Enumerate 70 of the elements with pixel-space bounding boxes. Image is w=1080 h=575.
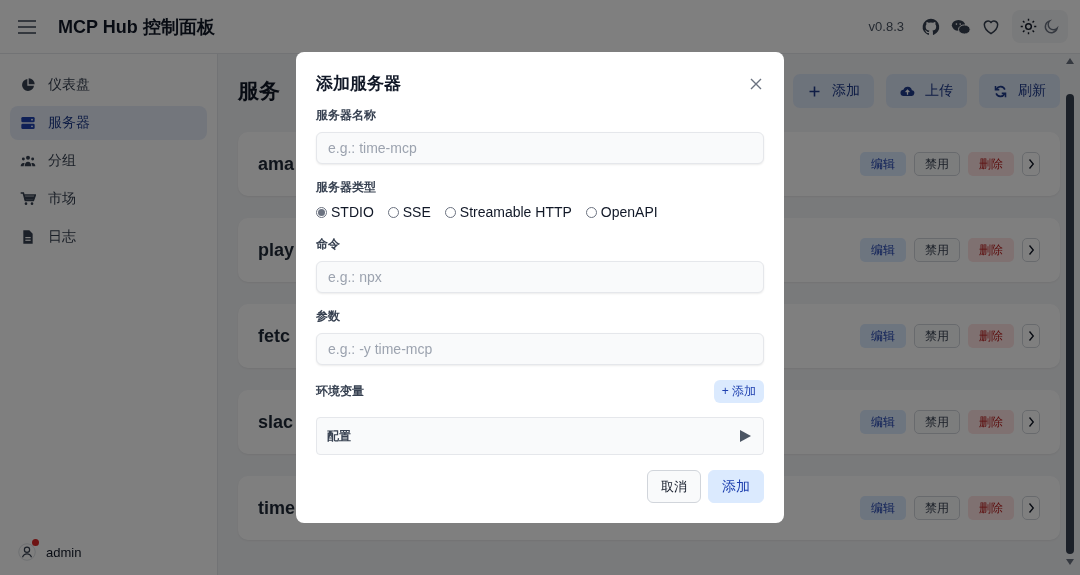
disable-button[interactable]: 禁用 <box>914 496 960 520</box>
delete-button[interactable]: 删除 <box>968 238 1014 262</box>
server-name: fetc <box>258 325 290 346</box>
radio-option[interactable]: SSE <box>387 204 431 220</box>
sidebar-item[interactable]: 分组 <box>10 144 207 178</box>
app-title: MCP Hub 控制面板 <box>58 15 216 39</box>
edit-button[interactable]: 编辑 <box>860 496 906 520</box>
chevron-right-icon[interactable] <box>1022 410 1040 434</box>
radio-label: OpenAPI <box>600 204 658 220</box>
sidebar-item[interactable]: 日志 <box>10 220 207 254</box>
delete-button[interactable]: 删除 <box>968 324 1014 348</box>
edit-button[interactable]: 编辑 <box>860 152 906 176</box>
delete-button[interactable]: 删除 <box>968 410 1014 434</box>
sidebar-item[interactable]: 服务器 <box>10 106 207 140</box>
toolbar-button[interactable]: 添加 <box>793 74 874 108</box>
disable-button[interactable]: 禁用 <box>914 152 960 176</box>
cart-icon <box>20 191 36 207</box>
edit-button[interactable]: 编辑 <box>860 238 906 262</box>
chevron-right-icon[interactable] <box>1022 496 1040 520</box>
submit-button[interactable]: 添加 <box>708 470 764 503</box>
radio-option[interactable]: STDIO <box>316 204 374 220</box>
server-name: play <box>258 239 295 260</box>
disable-button[interactable]: 禁用 <box>914 238 960 262</box>
edit-button[interactable]: 编辑 <box>860 324 906 348</box>
moon-icon[interactable] <box>1043 18 1060 35</box>
document-icon <box>20 229 36 245</box>
radio-option[interactable]: OpenAPI <box>585 204 658 220</box>
config-section[interactable]: 配置 <box>316 417 764 455</box>
people-icon <box>20 153 36 169</box>
server-name: ama <box>258 153 295 174</box>
cat-icon[interactable] <box>921 16 941 37</box>
refresh-icon <box>993 83 1008 99</box>
add-variable-button[interactable]: + 添加 <box>713 380 764 403</box>
delete-button[interactable]: 删除 <box>968 152 1014 176</box>
disable-button[interactable]: 禁用 <box>914 410 960 434</box>
cancel-button[interactable]: 取消 <box>647 470 701 503</box>
close-icon[interactable] <box>750 77 762 90</box>
caret-icon[interactable] <box>740 430 751 442</box>
toolbar-button[interactable]: 上传 <box>886 74 967 108</box>
sidebar-item[interactable]: 仪表盘 <box>10 68 207 102</box>
arguments-input-field[interactable]: e.g.: -y time-mcp <box>316 333 764 365</box>
dialog-title: 添加服务器 <box>316 73 401 95</box>
field-label: 参数 <box>316 308 341 325</box>
edit-button[interactable]: 编辑 <box>860 410 906 434</box>
name-input-field[interactable]: e.g.: time-mcp <box>316 132 764 164</box>
delete-button[interactable]: 删除 <box>968 496 1014 520</box>
pie-chart-icon <box>20 77 36 93</box>
server-name: time <box>258 497 295 518</box>
version-label: v0.8.3 <box>868 19 904 34</box>
chevron-right-icon[interactable] <box>1022 152 1040 176</box>
chevron-right-icon[interactable] <box>1022 238 1040 262</box>
command-input-field[interactable]: e.g.: npx <box>316 261 764 293</box>
chevron-right-icon[interactable] <box>1022 324 1040 348</box>
page-title: 服务 <box>238 79 280 102</box>
sun-icon[interactable] <box>1020 18 1037 35</box>
toolbar-button[interactable]: 刷新 <box>979 74 1060 108</box>
user-icon[interactable] <box>18 543 36 561</box>
section-label: 配置 <box>327 427 351 445</box>
field-label: 命令 <box>316 236 341 253</box>
radio-label: SSE <box>402 204 431 220</box>
radio-label: STDIO <box>331 204 374 220</box>
field-label: 服务器类型 <box>316 179 377 196</box>
user-name: admin <box>46 544 82 560</box>
server-icon <box>20 115 36 131</box>
menu-icon[interactable] <box>18 19 36 34</box>
sidebar-item[interactable]: 市场 <box>10 182 207 216</box>
disable-button[interactable]: 禁用 <box>914 324 960 348</box>
server-name: slac <box>258 411 294 432</box>
field-label: 服务器名称 <box>316 107 377 124</box>
field-label: 环境变量 <box>316 383 364 400</box>
